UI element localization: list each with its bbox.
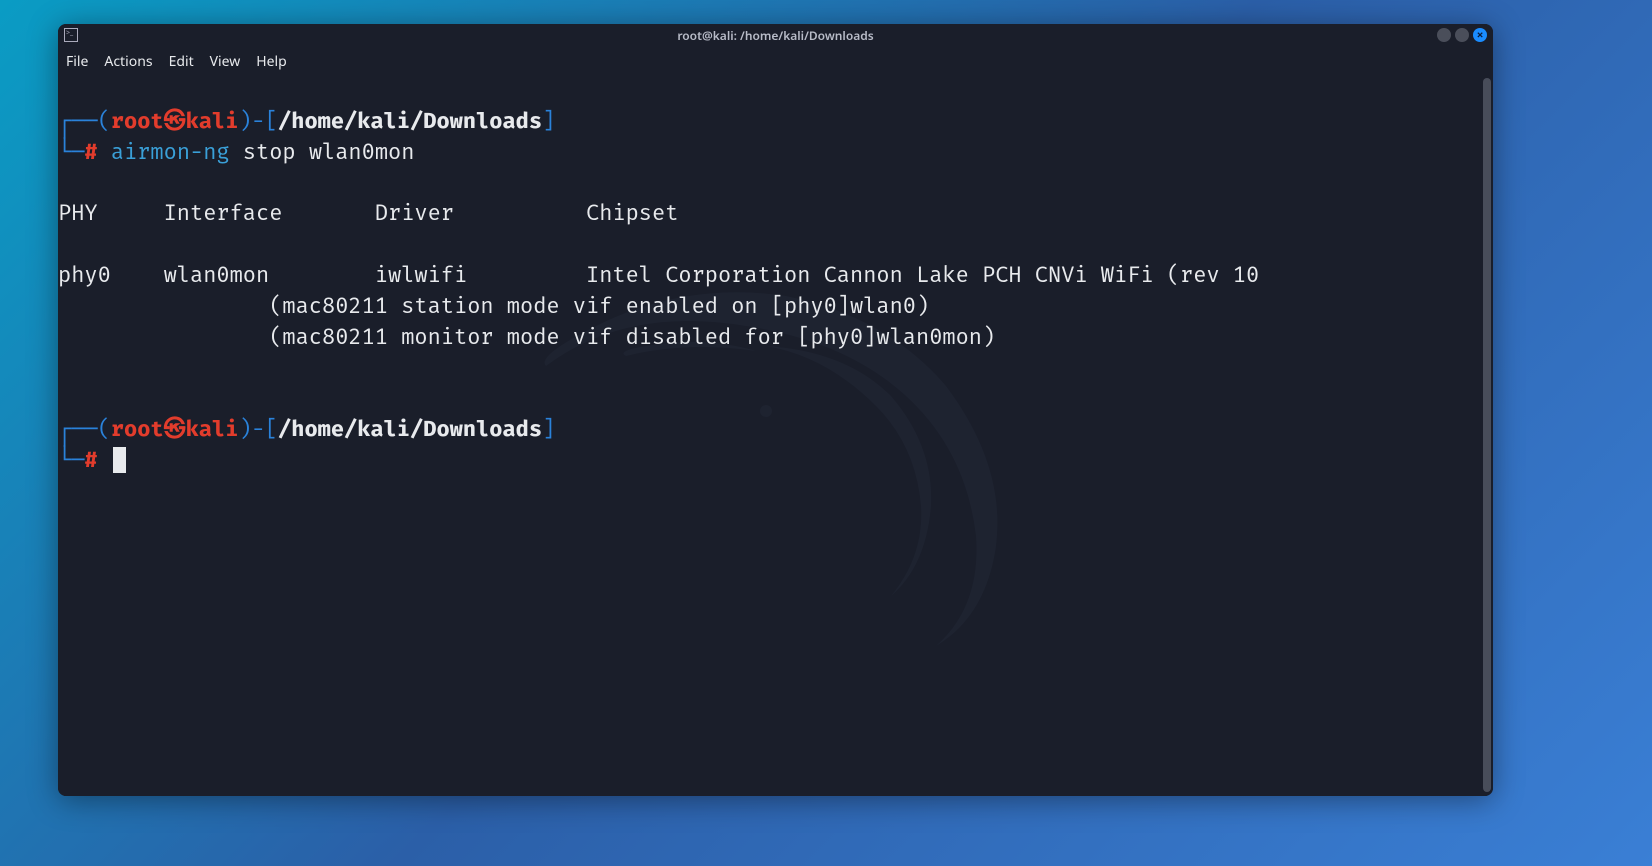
prompt-decoration: ┌── [58, 107, 98, 134]
prompt-paren-close: ) [238, 107, 251, 134]
prompt-hash: # [84, 138, 97, 165]
terminal-window: root@kali: /home/kali/Downloads File Act… [58, 24, 1493, 796]
terminal-icon [64, 28, 78, 42]
close-button[interactable] [1473, 28, 1487, 42]
prompt-decoration-bottom: └─ [58, 138, 84, 165]
window-controls [1437, 28, 1487, 42]
scrollbar-thumb[interactable] [1483, 78, 1491, 792]
prompt-host: kali [186, 415, 239, 442]
scrollbar[interactable] [1483, 78, 1491, 792]
prompt-bracket-open: [ [265, 415, 278, 442]
prompt-decoration: ┌── [58, 415, 98, 442]
cursor [113, 447, 126, 473]
prompt-dash: - [252, 415, 265, 442]
minimize-button[interactable] [1437, 28, 1451, 42]
prompt-path: /home/kali/Downloads [278, 107, 542, 134]
menubar: File Actions Edit View Help [58, 46, 1493, 76]
menu-help[interactable]: Help [256, 52, 287, 71]
terminal-body[interactable]: ┌──(root㉿kali)-[/home/kali/Downloads] └─… [58, 76, 1493, 796]
menu-edit[interactable]: Edit [169, 52, 194, 71]
prompt-paren-open: ( [98, 107, 111, 134]
output-note1: (mac80211 station mode vif enabled on [p… [58, 292, 929, 319]
prompt-hash: # [84, 446, 97, 473]
titlebar[interactable]: root@kali: /home/kali/Downloads [58, 24, 1493, 46]
window-title: root@kali: /home/kali/Downloads [677, 27, 873, 44]
command-name: airmon-ng [111, 138, 230, 165]
prompt-bracket-close: ] [542, 107, 555, 134]
output-note2: (mac80211 monitor mode vif disabled for … [58, 323, 995, 350]
menu-view[interactable]: View [210, 52, 241, 71]
prompt-dash: - [252, 107, 265, 134]
prompt-paren-open: ( [98, 415, 111, 442]
prompt-path: /home/kali/Downloads [278, 415, 542, 442]
menu-file[interactable]: File [66, 52, 88, 71]
terminal-content[interactable]: ┌──(root㉿kali)-[/home/kali/Downloads] └─… [58, 76, 1493, 476]
prompt-bracket-open: [ [265, 107, 278, 134]
prompt-bracket-close: ] [542, 415, 555, 442]
output-row: phy0 wlan0mon iwlwifi Intel Corporation … [58, 261, 1259, 288]
maximize-button[interactable] [1455, 28, 1469, 42]
prompt-decoration-bottom: └─ [58, 446, 84, 473]
prompt-host: kali [186, 107, 239, 134]
prompt-paren-close: ) [238, 415, 251, 442]
skull-icon: ㉿ [164, 415, 186, 442]
prompt-user: root [111, 107, 164, 134]
output-header: PHY Interface Driver Chipset [58, 199, 678, 226]
skull-icon: ㉿ [164, 107, 186, 134]
command-args: stop wlan0mon [230, 138, 415, 165]
prompt-user: root [111, 415, 164, 442]
menu-actions[interactable]: Actions [104, 52, 152, 71]
